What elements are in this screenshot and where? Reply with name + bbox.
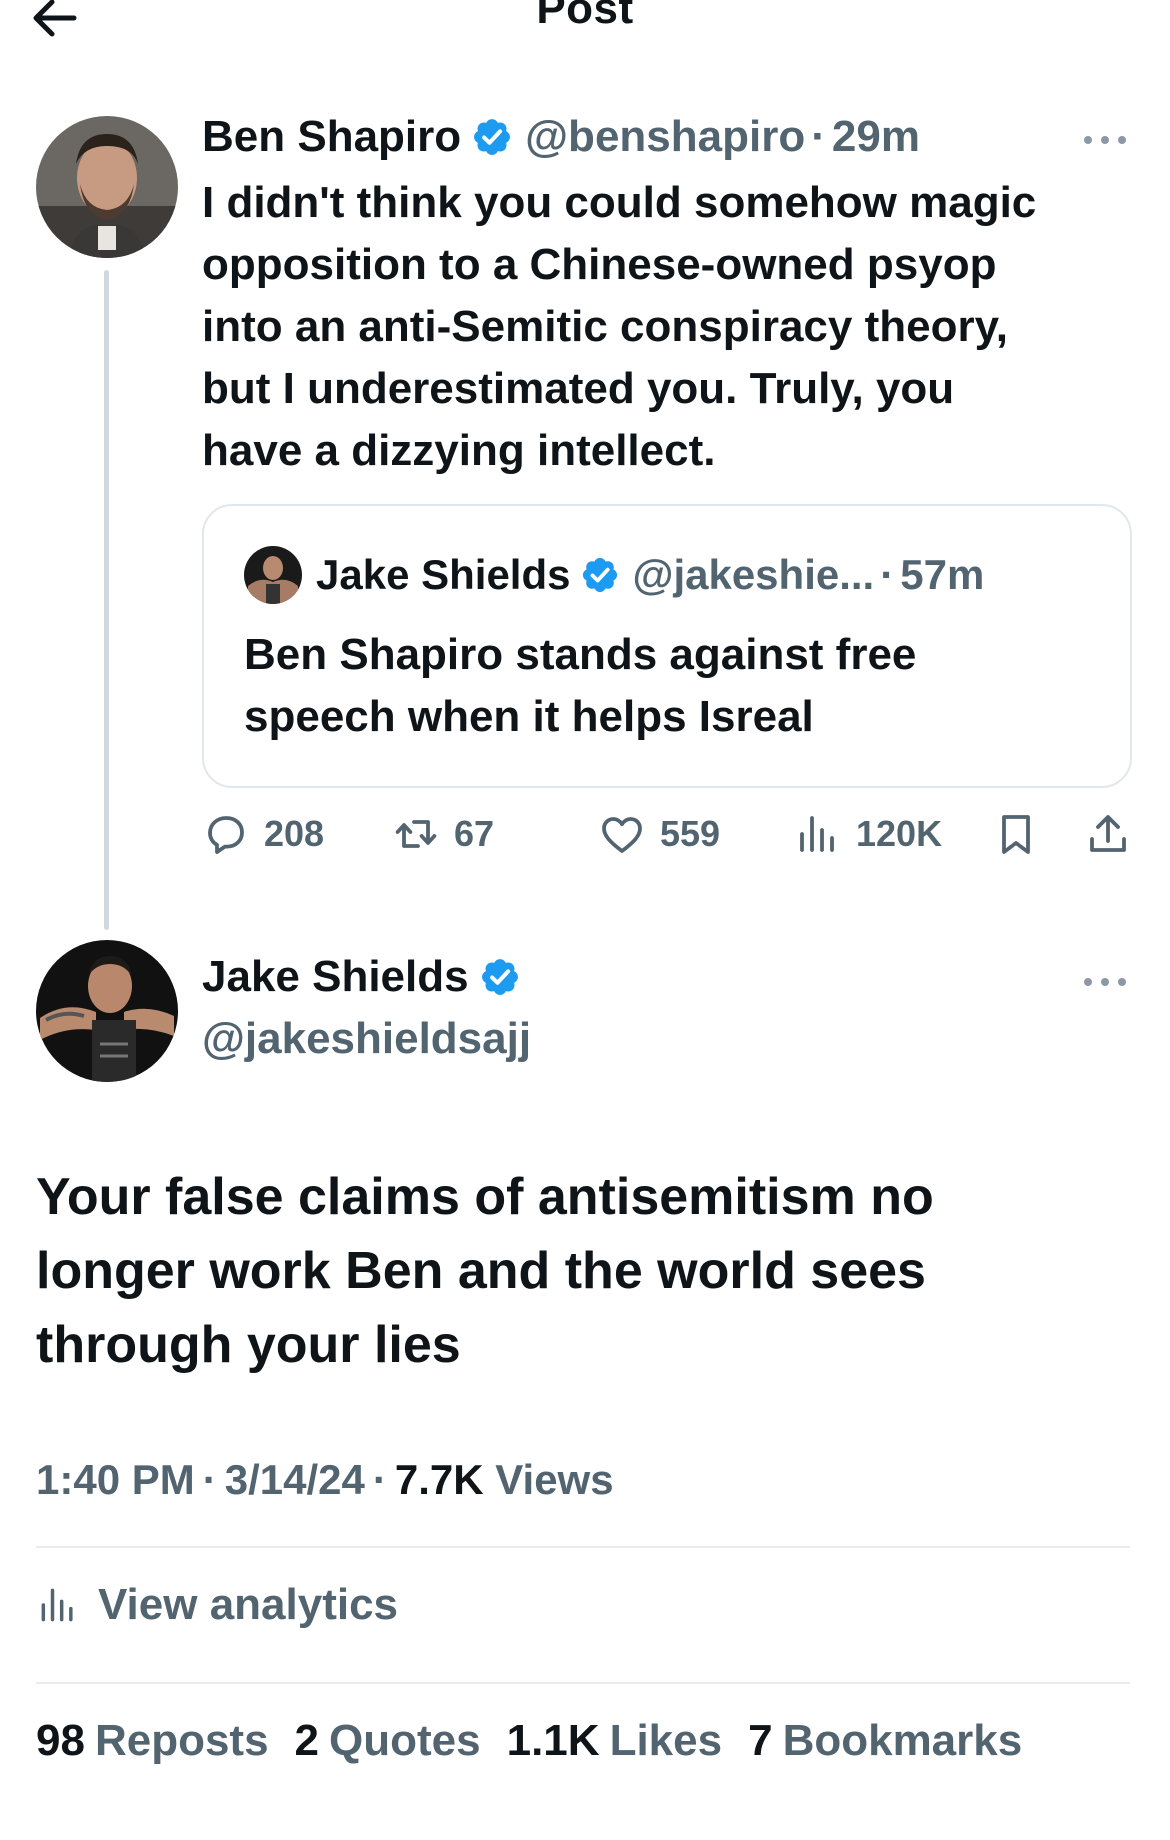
post-page: Post Ben Shapiro @benshapiro · 29m I did… <box>0 0 1170 1840</box>
separator: · <box>880 551 895 598</box>
stat-label: Reposts <box>94 1716 269 1765</box>
timestamp[interactable]: 29m <box>832 112 920 162</box>
analytics-icon <box>41 1588 73 1622</box>
quoted-text-line: speech when it helps Isreal <box>244 692 814 741</box>
author-handle[interactable]: @benshapiro <box>525 112 805 162</box>
quoted-avatar <box>244 546 302 604</box>
author-name-row: Jake Shields <box>202 952 533 1002</box>
stat-bookmarks[interactable]: 7 Bookmarks <box>748 1716 1022 1766</box>
divider <box>36 1682 1130 1684</box>
verified-badge-icon[interactable] <box>479 956 521 998</box>
tweet-text: Your false claims of antisemitism no lon… <box>36 1160 1136 1382</box>
more-icon[interactable] <box>1080 972 1130 992</box>
avatar[interactable] <box>36 940 178 1082</box>
divider <box>36 1546 1130 1548</box>
tweet-meta: 1:40 PM · 3/14/24 · 7.7K Views <box>36 1456 614 1504</box>
tweet-date[interactable]: 3/14/24 <box>225 1456 365 1503</box>
views-count: 120K <box>856 813 943 854</box>
quoted-tweet-text: Ben Shapiro stands against free speech w… <box>244 624 1104 748</box>
like-button[interactable]: 559 <box>598 810 720 858</box>
page-title: Post <box>536 0 634 33</box>
tweet-text-line: into an anti-Semitic conspiracy theory, <box>202 302 1009 351</box>
bookmark-button[interactable] <box>992 810 1054 858</box>
views-label: Views <box>495 1456 614 1503</box>
stat-quotes[interactable]: 2 Quotes <box>295 1716 481 1766</box>
tweet-text-line: opposition to a Chinese-owned psyop <box>202 240 997 289</box>
reply-count: 208 <box>264 813 325 854</box>
more-icon[interactable] <box>1080 130 1130 150</box>
quoted-text-line: Ben Shapiro stands against free <box>244 630 917 679</box>
stat-reposts[interactable]: 98 Reposts <box>36 1716 269 1766</box>
author-handle[interactable]: @jakeshieldsajj <box>202 1014 531 1064</box>
stat-number: 2 <box>294 1716 320 1765</box>
quoted-tweet-header: Jake Shields @jakeshie... · 57m <box>244 546 984 604</box>
share-button[interactable] <box>1084 810 1146 858</box>
view-analytics-label: View analytics <box>98 1580 399 1629</box>
like-count: 559 <box>660 813 721 854</box>
views-button[interactable]: 120K <box>794 810 942 858</box>
quoted-author-handle: @jakeshie... <box>632 551 875 598</box>
stat-likes[interactable]: 1.1K Likes <box>507 1716 722 1766</box>
tweet-text-line: have a dizzying intellect. <box>202 426 716 475</box>
tweet-text-line: I didn't think you could somehow magic <box>202 178 1037 227</box>
stat-number: 7 <box>748 1716 773 1765</box>
separator: · <box>372 1456 387 1503</box>
tweet-text-line: but I underestimated you. Truly, you <box>202 364 955 413</box>
tweet-text-line: through your lies <box>36 1316 461 1374</box>
quoted-author-name: Jake Shields <box>316 551 571 598</box>
stat-number: 98 <box>36 1716 85 1765</box>
thread-line <box>104 270 109 930</box>
view-analytics-button[interactable]: View analytics <box>36 1580 398 1630</box>
repost-icon <box>395 820 437 848</box>
stat-label: Bookmarks <box>782 1716 1023 1765</box>
engagement-stats: 98 Reposts 2 Quotes 1.1K Likes 7 Bookmarks <box>36 1716 1048 1766</box>
verified-badge-icon <box>583 557 618 593</box>
stat-label: Quotes <box>329 1716 481 1765</box>
reply-button[interactable]: 208 <box>202 810 324 858</box>
tweet-text: I didn't think you could somehow magic o… <box>202 172 1142 482</box>
tweet-text-line: Your false claims of antisemitism no <box>36 1168 934 1226</box>
separator: · <box>202 1456 217 1503</box>
avatar[interactable] <box>36 116 178 258</box>
action-bar: 208 67 559 120K <box>202 810 1142 870</box>
views-count: 7.7K <box>394 1456 484 1503</box>
repost-count: 67 <box>454 813 495 854</box>
separator: · <box>811 112 826 161</box>
stat-label: Likes <box>609 1716 723 1765</box>
repost-button[interactable]: 67 <box>392 810 494 858</box>
author-name[interactable]: Jake Shields <box>202 952 469 1002</box>
author-name[interactable]: Ben Shapiro <box>202 112 461 162</box>
share-icon <box>1090 815 1126 852</box>
tweet-text-line: longer work Ben and the world sees <box>36 1242 926 1300</box>
quoted-tweet[interactable]: Jake Shields @jakeshie... · 57m Ben Shap… <box>202 504 1132 788</box>
quoted-timestamp: 57m <box>900 551 985 598</box>
heart-icon <box>602 817 642 853</box>
analytics-icon <box>800 816 834 852</box>
verified-badge-icon[interactable] <box>471 116 513 158</box>
tweet-header: Ben Shapiro @benshapiro · 29m <box>202 112 920 162</box>
bookmark-icon <box>1002 815 1030 854</box>
tweet-time[interactable]: 1:40 PM <box>36 1456 195 1503</box>
reply-icon <box>208 816 244 854</box>
stat-number: 1.1K <box>506 1716 600 1765</box>
